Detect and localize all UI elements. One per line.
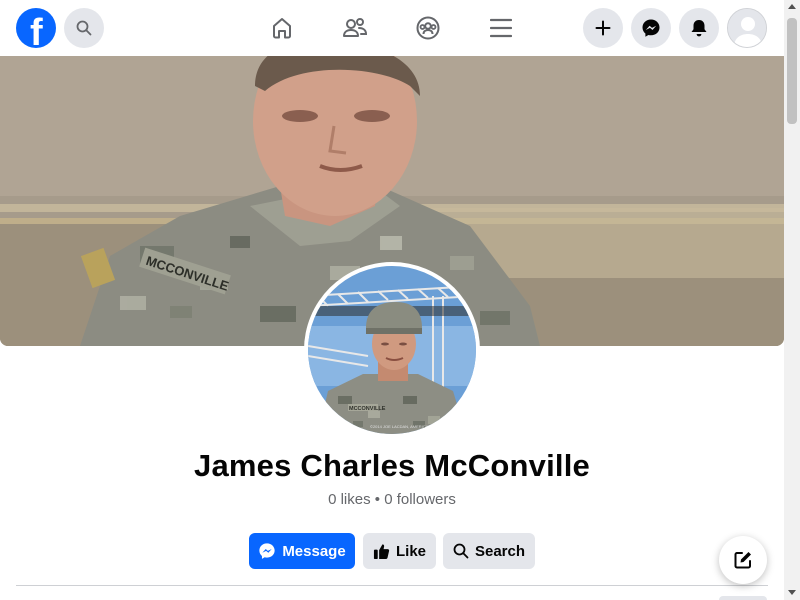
menu-icon [490,18,512,38]
messenger-icon [259,543,275,559]
thumbs-up-icon [373,543,390,559]
bottom-panel-edge [719,596,767,600]
profile-picture: MCCONVILLE ©2014 JOE LACDAN, AMERICAN FO… [308,266,476,434]
like-button-label: Like [395,542,426,560]
page-stats: 0 likes • 0 followers [328,491,456,508]
home-icon [273,18,291,39]
messenger-icon [642,19,660,37]
message-button-label: Message [282,542,346,560]
search-icon [453,543,469,559]
like-button[interactable]: Like [363,533,436,569]
plus-icon [595,20,611,36]
bell-icon [691,20,707,37]
messenger-button[interactable] [631,8,671,48]
groups-icon [416,16,440,40]
search-icon [76,20,92,36]
account-avatar-button[interactable] [727,8,767,48]
section-divider [16,585,768,586]
search-button[interactable] [64,8,104,48]
nav-groups[interactable] [412,12,444,44]
create-button[interactable] [583,8,623,48]
top-navigation-bar: f [0,0,784,56]
svg-text:MCCONVILLE: MCCONVILLE [349,406,386,412]
compose-icon [734,552,751,569]
scroll-up-arrow-icon[interactable] [788,4,796,9]
page-title: James Charles McConville [194,448,590,483]
avatar-icon [728,9,766,47]
message-button[interactable]: Message [249,533,355,569]
scroll-down-arrow-icon[interactable] [788,590,796,595]
facebook-logo-letter: f [30,12,43,48]
nav-home[interactable] [266,12,298,44]
nav-menu[interactable] [485,12,517,44]
profile-picture-frame[interactable]: MCCONVILLE ©2014 JOE LACDAN, AMERICAN FO… [304,262,480,438]
search-button-label: Search [474,542,526,560]
page-search-button[interactable]: Search [443,533,535,569]
friends-icon [343,18,368,37]
scrollbar-thumb[interactable] [787,18,797,124]
page-scrollbar[interactable] [784,0,800,600]
svg-text:©2014 JOE LACDAN, AMERICAN FOR: ©2014 JOE LACDAN, AMERICAN FORCES [370,424,449,429]
profile-picture-image: MCCONVILLE ©2014 JOE LACDAN, AMERICAN FO… [308,266,476,434]
notifications-button[interactable] [679,8,719,48]
new-message-button[interactable] [719,536,767,584]
nav-friends[interactable] [339,12,371,44]
facebook-logo-icon[interactable]: f [16,8,56,48]
